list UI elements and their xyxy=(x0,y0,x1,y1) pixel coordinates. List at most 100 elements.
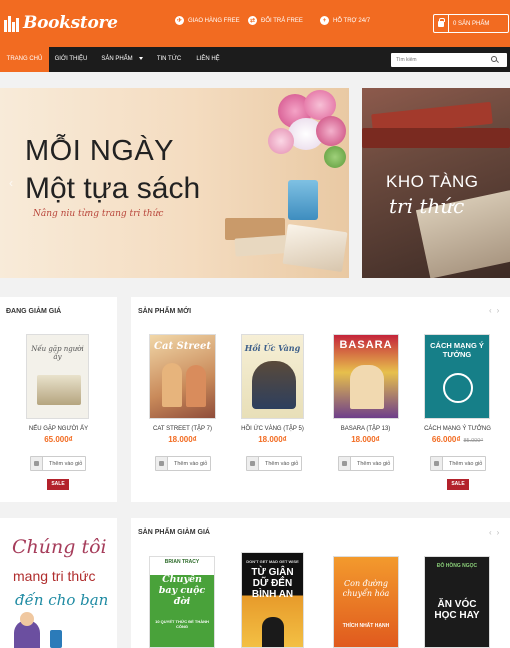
chevron-right-icon[interactable]: › xyxy=(497,306,500,315)
product-cover[interactable]: Hồi Ức Vàng xyxy=(241,334,304,419)
perk-support: + HỖ TRỢ 24/7 xyxy=(320,16,370,25)
cover-title: Con đường chuyển hóa xyxy=(342,579,390,598)
nav-products[interactable]: SẢN PHẨM xyxy=(97,47,147,72)
product-cover[interactable]: Nếu gặp người ấy xyxy=(26,334,89,419)
product-price-value: 66.000₫ xyxy=(431,435,461,444)
book-image xyxy=(362,128,510,148)
nav-products-label: SẢN PHẨM xyxy=(101,56,133,62)
sale-badge: SALE xyxy=(447,479,469,490)
cover-author: DON'T GET MAD GET WISE xyxy=(246,559,299,564)
product-old-price: 85.000₫ xyxy=(463,438,484,444)
perk-free-shipping: ✈ GIAO HÀNG FREE xyxy=(175,16,240,25)
sale-panel-title: ĐANG GIẢM GIÁ xyxy=(6,308,62,315)
product-name[interactable]: CAT STREET (TẬP 7) xyxy=(142,426,223,432)
hero-banner[interactable]: ‹ MỖI NGÀY Một tựa sách Nâng niu từng tr… xyxy=(0,88,349,278)
add-to-cart-button[interactable]: Thêm vào giỏ xyxy=(246,456,302,471)
cover-illustration xyxy=(37,375,81,405)
promo-line-3: đến cho bạn xyxy=(15,591,109,609)
logo-text: Bookstore xyxy=(23,13,118,33)
product-price: 18.000₫ xyxy=(258,435,287,444)
plus-icon: + xyxy=(320,16,329,25)
cart-count: 0 SẢN PHẨM xyxy=(453,20,490,27)
cover-title: ĂN VÓC HỌC HAY xyxy=(434,599,480,621)
chevron-right-icon[interactable]: › xyxy=(497,528,500,537)
exchange-icon: ⇄ xyxy=(248,16,257,25)
plane-icon: ✈ xyxy=(175,16,184,25)
side-banner-title: KHO TÀNG xyxy=(386,172,479,191)
shopping-bag-icon xyxy=(431,457,443,470)
shopping-bag-icon xyxy=(156,457,168,470)
books-icon xyxy=(4,14,20,32)
search-input[interactable] xyxy=(391,54,491,66)
shopping-bag-icon xyxy=(434,15,449,32)
new-products-title: SẢN PHẨM MỚI xyxy=(138,308,192,315)
product-name[interactable]: NẾU GẶP NGƯỜI ẤY xyxy=(0,426,117,432)
cover-author: BRIAN TRACY xyxy=(164,559,200,565)
cover-title: Nếu gặp người ấy xyxy=(31,345,84,361)
cover-illustration xyxy=(186,365,206,407)
cover-title: Chuyến bay cuộc đời xyxy=(158,574,206,607)
product-cover[interactable]: Cat Street xyxy=(149,334,216,419)
product-price: 18.000₫ xyxy=(351,435,380,444)
add-to-cart-label: Thêm vào giỏ xyxy=(174,460,208,467)
shopping-bag-icon xyxy=(31,457,43,470)
product-cover[interactable]: CÁCH MẠNG Ý TƯỞNG xyxy=(424,334,490,419)
banner-headline: MỖI NGÀY xyxy=(25,135,175,167)
cover-title: Hồi Ức Vàng xyxy=(244,343,301,353)
promo-line-1: Chúng tôi xyxy=(12,536,107,558)
scroll-image xyxy=(282,224,348,272)
chevron-left-icon[interactable]: ‹ xyxy=(489,528,492,537)
add-to-cart-label: Thêm vào giỏ xyxy=(49,460,83,467)
cart-button[interactable]: 0 SẢN PHẨM xyxy=(433,14,509,33)
perk-label: GIAO HÀNG FREE xyxy=(188,17,240,24)
sale-badge: SALE xyxy=(47,479,69,490)
chevron-left-icon[interactable]: ‹ xyxy=(489,306,492,315)
product-name[interactable]: CÁCH MẠNG Ý TƯỞNG xyxy=(417,426,498,432)
add-to-cart-label: Thêm vào giỏ xyxy=(265,460,299,467)
side-banner-subtitle: tri thức xyxy=(389,194,465,218)
product-price: 66.000₫ 85.000₫ xyxy=(417,435,498,444)
add-to-cart-button[interactable]: Thêm vào giỏ xyxy=(30,456,86,471)
top-header: Bookstore ✈ GIAO HÀNG FREE ⇄ ĐỔI TRẢ FRE… xyxy=(0,0,510,47)
chevron-down-icon xyxy=(138,56,143,60)
cover-illustration xyxy=(162,363,182,407)
cover-title: BASARA xyxy=(339,339,393,351)
cover-illustration xyxy=(350,365,384,409)
product-cover[interactable]: DON'T GET MAD GET WISE TỪ GIẬN DỮ ĐẾN BÌ… xyxy=(241,552,304,648)
product-cover[interactable]: Con đường chuyển hóa THÍCH NHẤT HẠNH xyxy=(333,556,399,648)
product-cover[interactable]: BRIAN TRACY Chuyến bay cuộc đời 10 QUYẾT… xyxy=(149,556,215,648)
add-to-cart-button[interactable]: Thêm vào giỏ xyxy=(338,456,394,471)
product-cover[interactable]: ĐỖ HỒNG NGỌC ĂN VÓC HỌC HAY xyxy=(424,556,490,648)
flowers-image xyxy=(258,88,349,183)
search-box xyxy=(391,53,507,67)
nav-news[interactable]: TIN TỨC xyxy=(150,47,188,72)
product-name[interactable]: BASARA (TẬP 13) xyxy=(325,426,406,432)
nav-contact[interactable]: LIÊN HỆ xyxy=(190,47,226,72)
shopping-bag-icon xyxy=(339,457,351,470)
new-products-pager: ‹ › xyxy=(484,306,499,315)
add-to-cart-button[interactable]: Thêm vào giỏ xyxy=(430,456,486,471)
cover-subtitle: THÍCH NHẤT HẠNH xyxy=(342,623,390,629)
vase-image xyxy=(288,180,318,220)
nav-about[interactable]: GIỚI THIỆU xyxy=(49,47,93,72)
nav-home[interactable]: TRANG CHỦ xyxy=(0,47,49,72)
perk-free-return: ⇄ ĐỔI TRẢ FREE xyxy=(248,16,303,25)
side-banner[interactable]: KHO TÀNG tri thức xyxy=(362,88,510,278)
logo[interactable]: Bookstore xyxy=(4,10,118,36)
chevron-left-icon[interactable]: ‹ xyxy=(9,176,13,190)
add-to-cart-label: Thêm vào giỏ xyxy=(357,460,391,467)
banner-subheadline: Một tựa sách xyxy=(25,172,201,205)
product-cover[interactable]: BASARA xyxy=(333,334,399,419)
search-icon[interactable] xyxy=(491,56,499,64)
product-name[interactable]: HỒI ỨC VÀNG (TẬP 5) xyxy=(232,426,313,432)
product-price: 18.000₫ xyxy=(168,435,197,444)
perk-label: ĐỔI TRẢ FREE xyxy=(261,17,303,24)
perk-label: HỖ TRỢ 24/7 xyxy=(333,17,371,24)
cover-subtitle: 10 QUYẾT THỨC ĐỂ THÀNH CÔNG xyxy=(155,619,209,629)
cover-author: ĐỖ HỒNG NGỌC xyxy=(436,563,478,569)
cover-illustration xyxy=(252,361,296,409)
cover-title: Cat Street xyxy=(154,341,211,352)
promo-line-2: mang tri thức xyxy=(13,568,96,584)
banner-tagline: Nâng niu từng trang tri thức xyxy=(33,209,164,219)
add-to-cart-button[interactable]: Thêm vào giỏ xyxy=(155,456,211,471)
